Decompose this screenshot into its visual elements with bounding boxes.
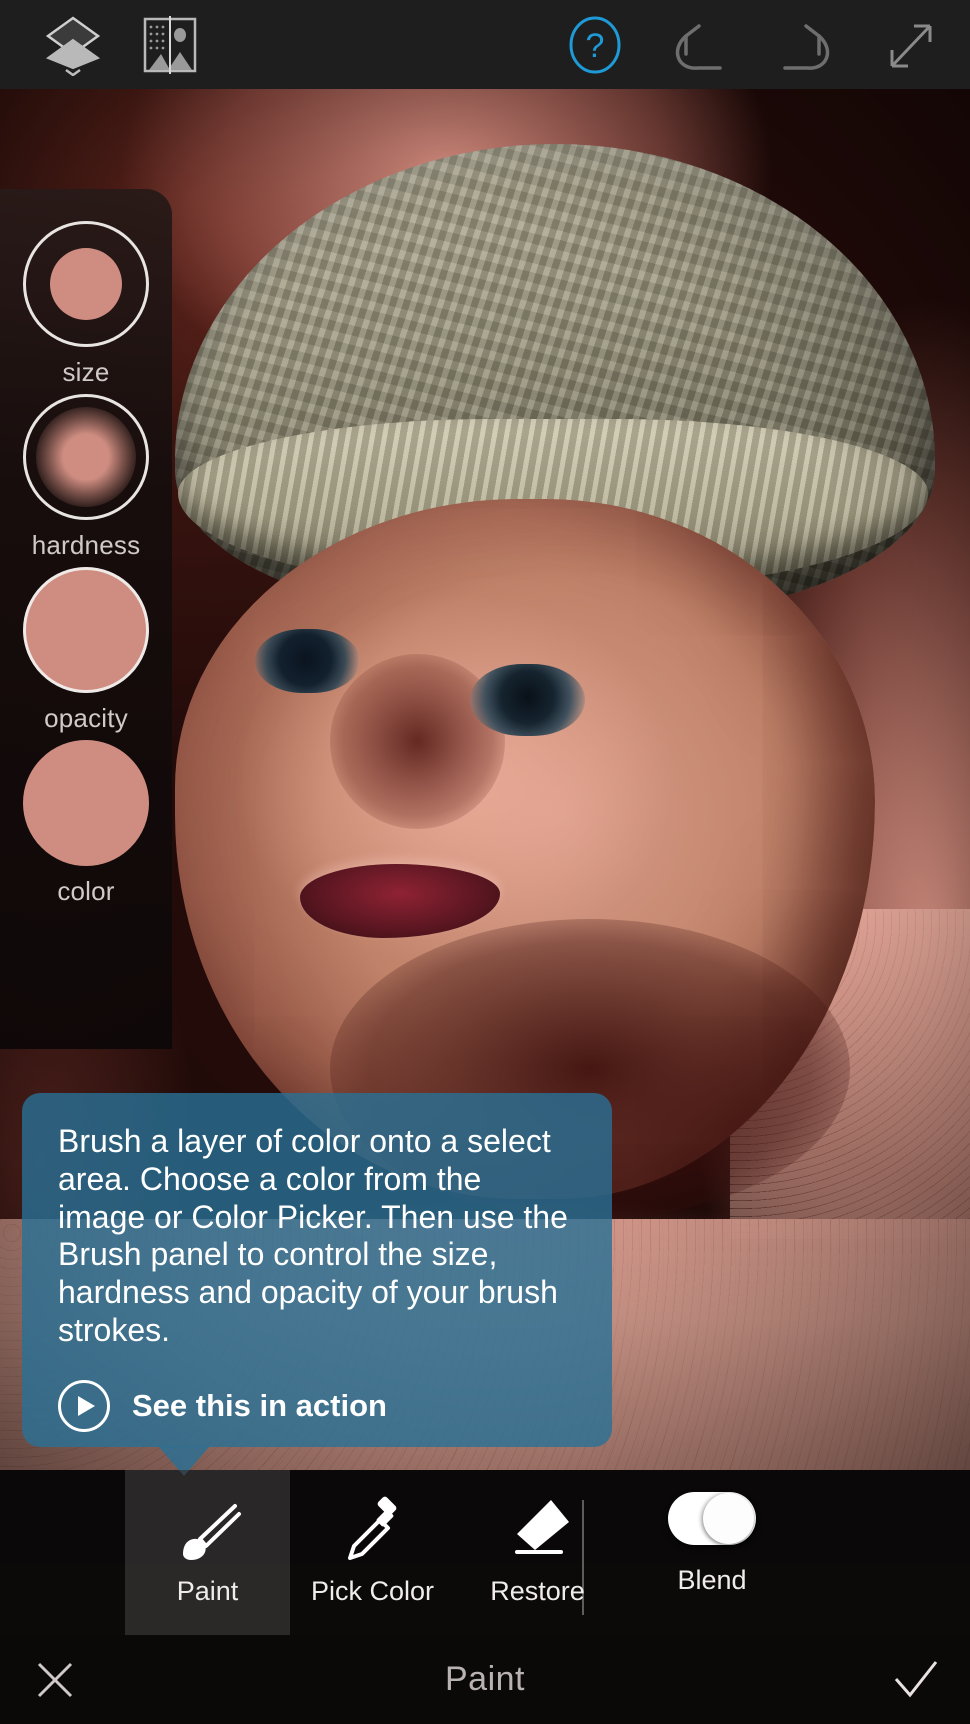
confirm-button[interactable] bbox=[880, 1635, 950, 1724]
cancel-button[interactable] bbox=[20, 1635, 90, 1724]
see-this-in-action-label: See this in action bbox=[132, 1387, 387, 1423]
paintbrush-icon bbox=[169, 1492, 247, 1570]
page-title: Paint bbox=[445, 1660, 525, 1698]
tool-paint-label: Paint bbox=[176, 1576, 239, 1606]
eyedropper-icon bbox=[334, 1492, 412, 1570]
tool-pick-color[interactable]: Pick Color bbox=[290, 1470, 455, 1635]
svg-text:?: ? bbox=[586, 27, 605, 65]
eraser-icon bbox=[499, 1492, 577, 1570]
toggle-switch[interactable] bbox=[668, 1492, 756, 1545]
brush-size-control[interactable]: size bbox=[0, 221, 172, 388]
undo-arrow-icon[interactable] bbox=[668, 14, 730, 76]
brush-settings-panel: size hardness opacity color bbox=[0, 189, 172, 1049]
top-toolbar-left-group bbox=[40, 0, 198, 89]
brush-size-preview bbox=[23, 221, 149, 347]
brush-hardness-control[interactable]: hardness bbox=[0, 394, 172, 561]
photo-editor-app: ? size hardness opacity color Brush a la… bbox=[0, 0, 970, 1724]
brush-size-label: size bbox=[62, 357, 110, 387]
brush-color-preview bbox=[23, 740, 149, 866]
brush-hardness-preview bbox=[23, 394, 149, 520]
see-this-in-action-button[interactable]: See this in action bbox=[58, 1379, 576, 1432]
close-x-icon bbox=[37, 1662, 73, 1697]
brush-opacity-control[interactable]: opacity bbox=[0, 567, 172, 734]
brush-opacity-label: opacity bbox=[44, 703, 128, 733]
layers-icon[interactable] bbox=[40, 14, 106, 76]
redo-arrow-icon[interactable] bbox=[775, 14, 837, 76]
brush-color-label: color bbox=[57, 876, 115, 906]
toggle-knob bbox=[703, 1493, 754, 1544]
brush-opacity-preview bbox=[23, 567, 149, 693]
checkmark-icon bbox=[894, 1660, 938, 1697]
tool-pick-color-label: Pick Color bbox=[310, 1576, 435, 1606]
bottom-action-bar: Paint bbox=[0, 1635, 970, 1724]
help-question-icon[interactable]: ? bbox=[567, 14, 623, 76]
toolbar-divider bbox=[582, 1500, 584, 1615]
brush-hardness-label: hardness bbox=[31, 530, 141, 560]
fullscreen-expand-icon[interactable] bbox=[882, 14, 940, 76]
tooltip-body-text: Brush a layer of color onto a select are… bbox=[58, 1123, 568, 1348]
before-after-image-icon[interactable] bbox=[142, 14, 198, 76]
blend-label: Blend bbox=[677, 1565, 747, 1595]
top-toolbar-right-group: ? bbox=[567, 0, 940, 89]
tool-paint[interactable]: Paint bbox=[125, 1470, 290, 1635]
play-circle-icon bbox=[58, 1379, 110, 1432]
tool-restore-label: Restore bbox=[490, 1576, 585, 1606]
blend-toggle[interactable]: Blend bbox=[612, 1492, 812, 1596]
top-toolbar: ? bbox=[0, 0, 970, 89]
tool-selection-bar: Paint Pick Color Restore Blend bbox=[0, 1470, 970, 1635]
tool-restore[interactable]: Restore bbox=[455, 1470, 620, 1635]
brush-color-control[interactable]: color bbox=[0, 740, 172, 907]
coachmark-tooltip: Brush a layer of color onto a select are… bbox=[22, 1093, 612, 1447]
